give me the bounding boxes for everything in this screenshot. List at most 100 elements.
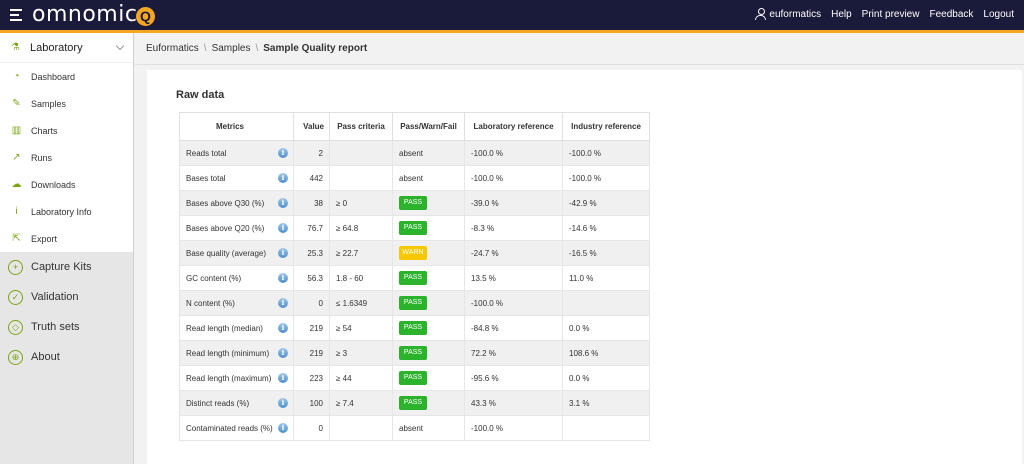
bar-chart-icon: ▥: [11, 125, 22, 136]
flask-icon: ⚗: [11, 42, 20, 53]
value-cell: 100: [293, 390, 330, 416]
metric-name: Reads total: [186, 148, 227, 158]
sidebar-item-dashboard[interactable]: ◔ Dashboard: [0, 63, 133, 90]
value-cell: 38: [293, 190, 330, 216]
menu-icon[interactable]: [10, 9, 22, 21]
status-badge: PASS: [399, 196, 427, 210]
info-icon[interactable]: i: [278, 423, 288, 433]
header-lab-reference: Laboratory reference: [464, 112, 563, 141]
sidebar-item-runs[interactable]: ↗ Runs: [0, 144, 133, 171]
sidebar-item-export[interactable]: ⇱ Export: [0, 225, 133, 252]
breadcrumb-separator: \: [255, 43, 259, 54]
lab-reference-cell: -8.3 %: [464, 215, 563, 241]
sidebar-section-label: Laboratory: [30, 41, 83, 54]
criteria-cell: ≤ 1.6349: [329, 290, 393, 316]
criteria-cell: [329, 140, 393, 166]
breadcrumb-euformatics[interactable]: Euformatics: [146, 43, 199, 54]
table-row: Bases above Q30 (%) i 38 ≥ 0 PASS -39.0 % -42.…: [179, 190, 650, 216]
value-cell: 56.3: [293, 265, 330, 291]
sidebar-item-about[interactable]: ⊕ About: [0, 342, 133, 372]
info-icon[interactable]: i: [278, 248, 288, 258]
value-cell: 223: [293, 365, 330, 391]
status-cell: absent: [392, 140, 465, 166]
info-icon[interactable]: i: [278, 373, 288, 383]
metric-name: Read length (maximum): [186, 373, 272, 383]
sidebar-item-label: Truth sets: [31, 321, 80, 333]
info-icon[interactable]: i: [278, 398, 288, 408]
industry-reference-cell: -42.9 %: [562, 190, 650, 216]
lab-reference-cell: -100.0 %: [464, 140, 563, 166]
table-row: Reads total i 2 absent -100.0 % -100.0 %: [179, 140, 650, 166]
info-icon[interactable]: i: [278, 223, 288, 233]
info-icon[interactable]: i: [278, 348, 288, 358]
table-row: Contaminated reads (%) i 0 absent -100.0 %: [179, 415, 650, 441]
metric-cell: N content (%) i: [179, 290, 294, 316]
sidebar-item-label: Export: [31, 233, 58, 244]
industry-reference-cell: [562, 415, 650, 441]
logout-link[interactable]: Logout: [983, 9, 1014, 20]
info-icon[interactable]: i: [278, 198, 288, 208]
table-header-row: Metrics Value Pass criteria Pass/Warn/Fa…: [179, 112, 650, 141]
lab-reference-cell: -24.7 %: [464, 240, 563, 266]
sidebar-item-label: Dashboard: [31, 71, 76, 82]
export-icon: ⇱: [12, 233, 21, 244]
metric-cell: Base quality (average) i: [179, 240, 294, 266]
metric-name: Bases above Q20 (%): [186, 223, 265, 233]
value-cell: 219: [293, 340, 330, 366]
sidebar-item-downloads[interactable]: ☁ Downloads: [0, 171, 133, 198]
lab-reference-cell: -100.0 %: [464, 415, 563, 441]
metric-name: N content (%): [186, 298, 235, 308]
criteria-cell: ≥ 0: [329, 190, 393, 216]
sidebar-item-truth-sets[interactable]: ◇ Truth sets: [0, 312, 133, 342]
criteria-cell: ≥ 64.8: [329, 215, 393, 241]
status-cell: PASS: [392, 215, 465, 241]
chevron-down-icon[interactable]: [115, 41, 125, 51]
status-badge: PASS: [399, 221, 427, 235]
info-icon[interactable]: i: [278, 173, 288, 183]
status-cell: absent: [392, 415, 465, 441]
section-title: Raw data: [176, 89, 225, 101]
metric-cell: Reads total i: [179, 140, 294, 166]
help-link[interactable]: Help: [831, 9, 852, 20]
status-badge: PASS: [399, 321, 427, 335]
breadcrumb-separator: \: [203, 43, 207, 54]
sidebar-item-charts[interactable]: ▥ Charts: [0, 117, 133, 144]
industry-reference-cell: 11.0 %: [562, 265, 650, 291]
header-metrics: Metrics: [179, 112, 294, 141]
metric-cell: GC content (%) i: [179, 265, 294, 291]
criteria-cell: ≥ 3: [329, 340, 393, 366]
sidebar-item-label: Laboratory Info: [31, 206, 92, 217]
sidebar-item-label: Capture Kits: [31, 261, 92, 273]
table-row: Read length (median) i 219 ≥ 54 PASS -84.8 % 0…: [179, 315, 650, 341]
sidebar-item-capture-kits[interactable]: + Capture Kits: [0, 252, 133, 282]
lab-reference-cell: -95.6 %: [464, 365, 563, 391]
sidebar-section-laboratory[interactable]: ⚗ Laboratory: [0, 33, 133, 63]
sidebar-item-label: Validation: [31, 291, 79, 303]
value-cell: 0: [293, 415, 330, 441]
info-icon[interactable]: i: [278, 323, 288, 333]
criteria-cell: ≥ 54: [329, 315, 393, 341]
info-icon[interactable]: i: [278, 298, 288, 308]
breadcrumb-samples[interactable]: Samples: [212, 43, 251, 54]
info-icon[interactable]: i: [278, 148, 288, 158]
status-badge: WARN: [399, 246, 427, 260]
sidebar-item-label: Charts: [31, 125, 58, 136]
lab-reference-cell: 72.2 %: [464, 340, 563, 366]
status-cell: PASS: [392, 265, 465, 291]
feedback-link[interactable]: Feedback: [929, 9, 973, 20]
info-icon: i: [15, 206, 18, 217]
metric-cell: Read length (maximum) i: [179, 365, 294, 391]
sidebar-item-label: Runs: [31, 152, 53, 163]
info-icon[interactable]: i: [278, 273, 288, 283]
user-menu[interactable]: euformatics: [755, 8, 821, 20]
metric-name: Read length (minimum): [186, 348, 270, 358]
table-row: Bases total i 442 absent -100.0 % -100.0 %: [179, 165, 650, 191]
sidebar-item-validation[interactable]: ✓ Validation: [0, 282, 133, 312]
sidebar-item-laboratory-info[interactable]: i Laboratory Info: [0, 198, 133, 225]
check-circle-icon: ✓: [8, 289, 23, 305]
status-cell: PASS: [392, 315, 465, 341]
sidebar-item-samples[interactable]: ✎ Samples: [0, 90, 133, 117]
print-preview-link[interactable]: Print preview: [862, 9, 920, 20]
header-status: Pass/Warn/Fail: [392, 112, 465, 141]
industry-reference-cell: 0.0 %: [562, 315, 650, 341]
